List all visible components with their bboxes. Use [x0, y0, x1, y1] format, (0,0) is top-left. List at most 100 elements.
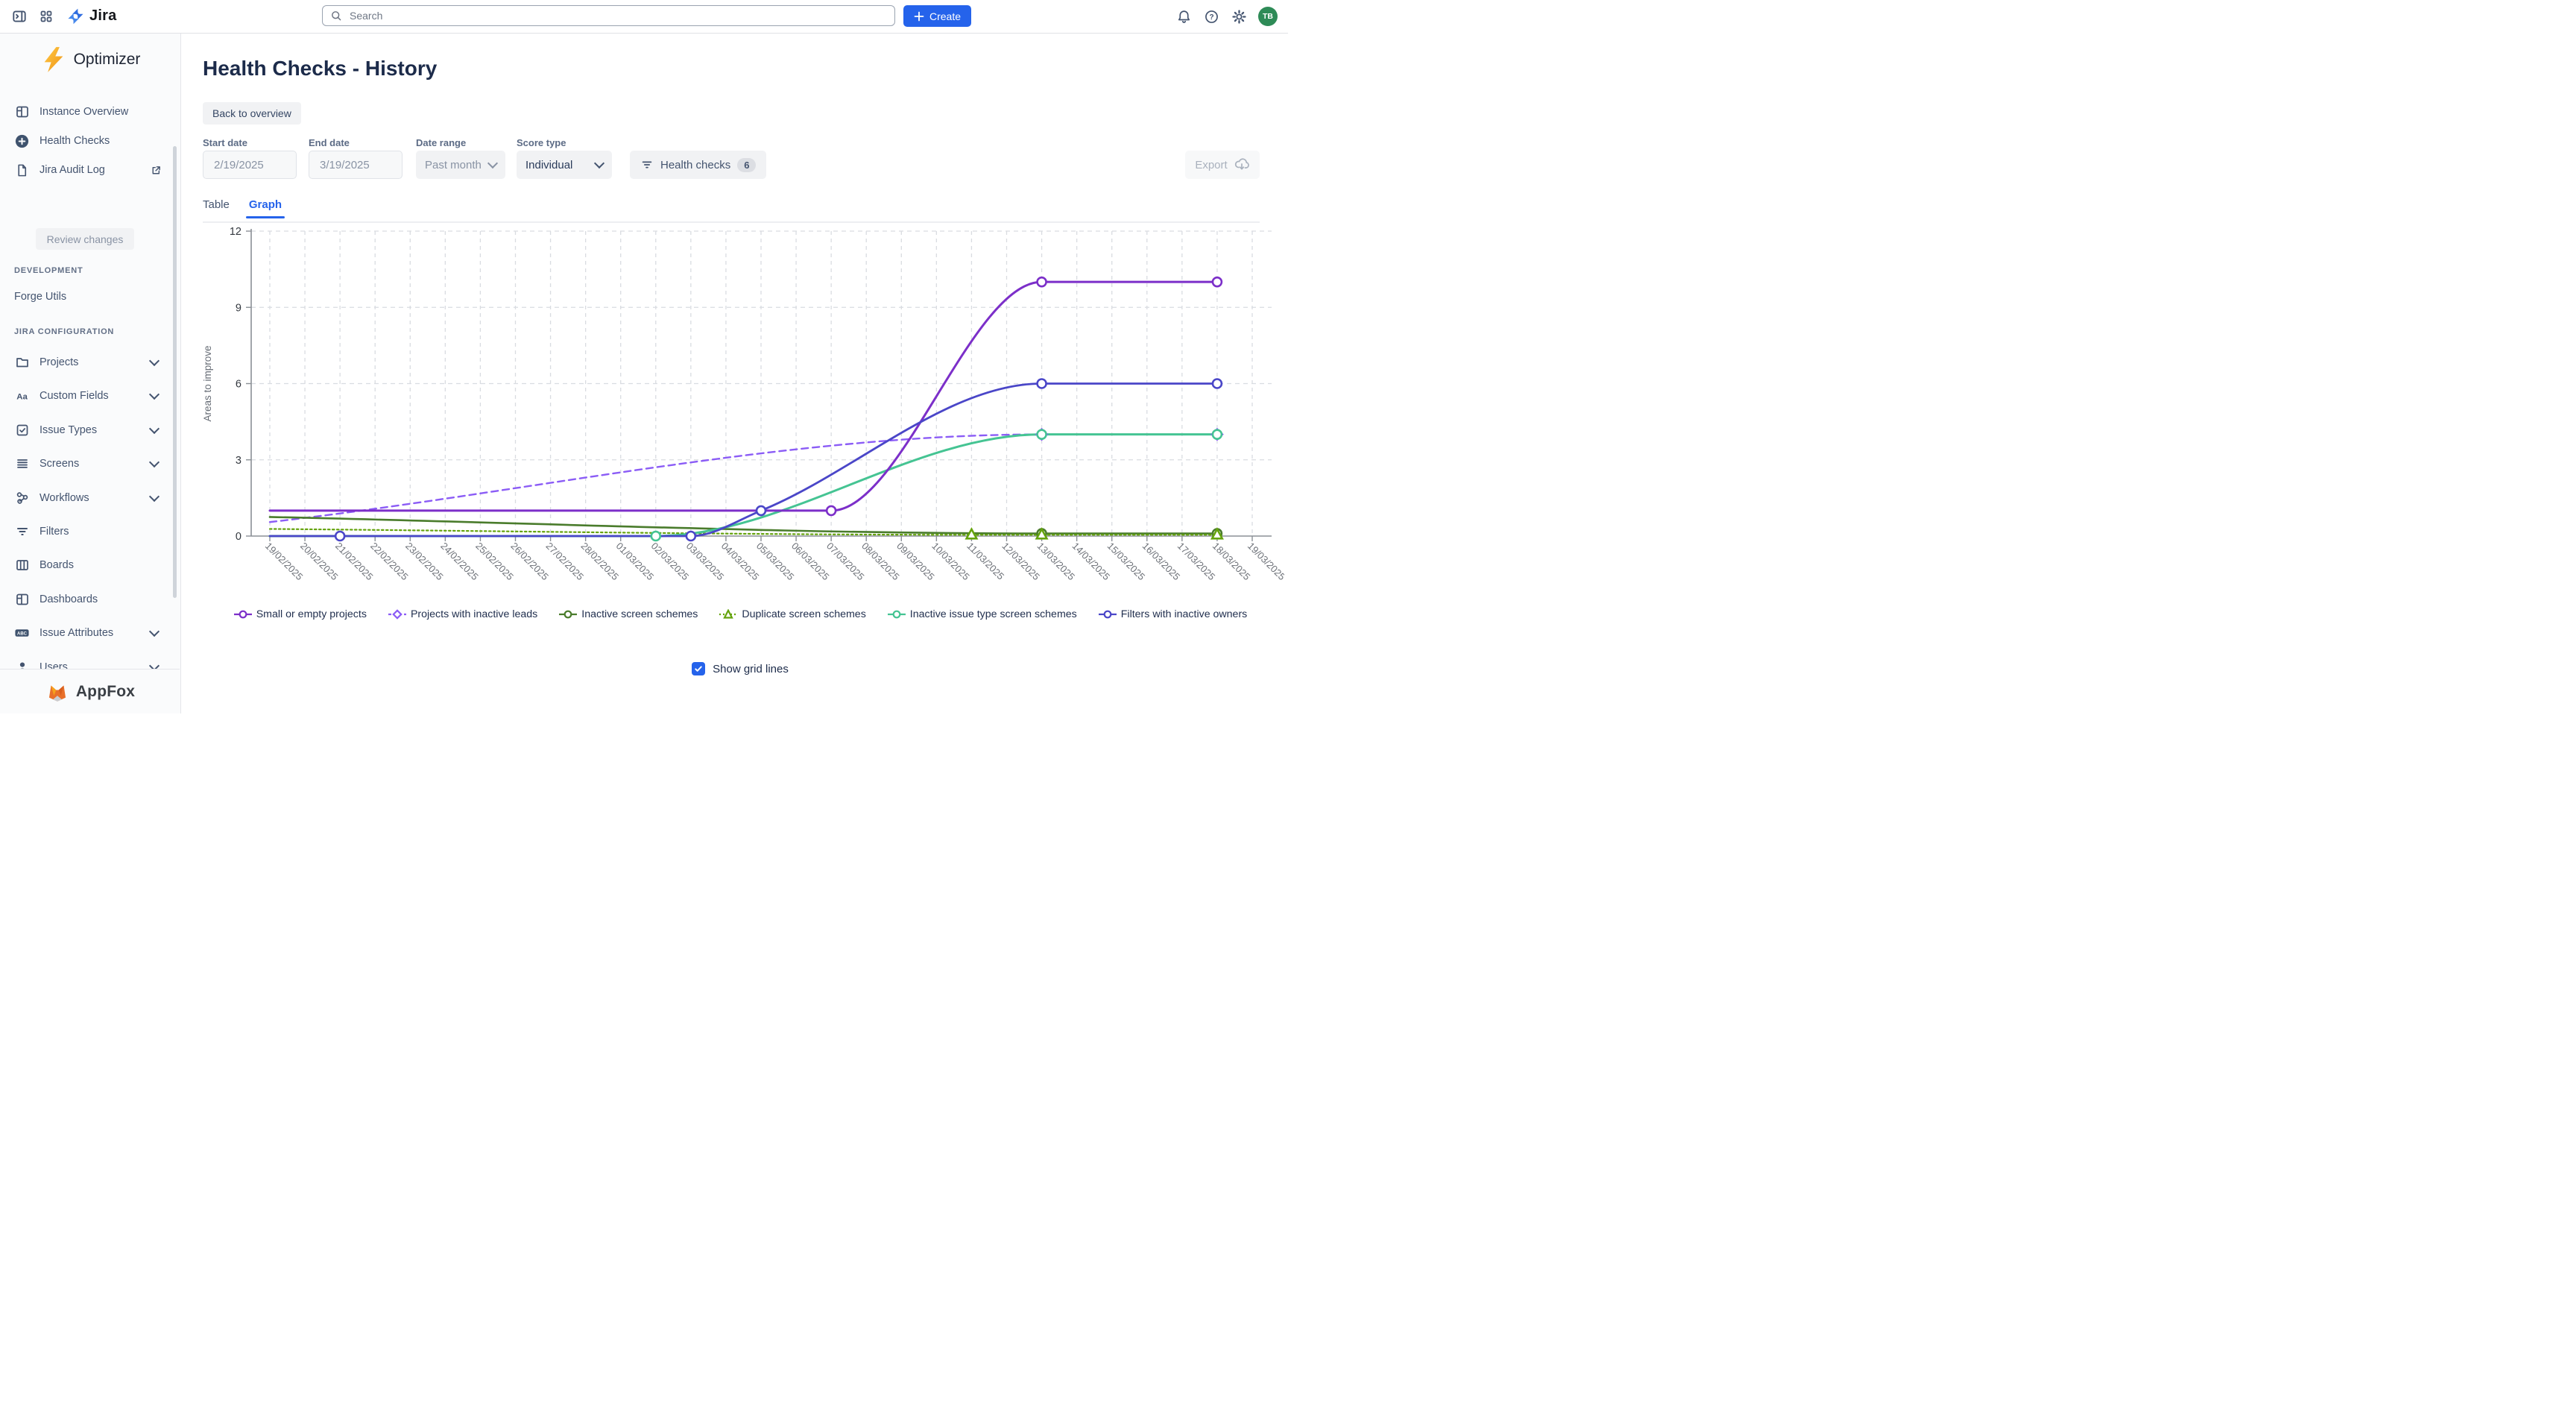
columns-icon	[14, 558, 30, 573]
sidebar-item-filters[interactable]: Filters	[0, 518, 180, 545]
help-icon[interactable]: ?	[1202, 7, 1220, 25]
chart-canvas: 03691219/02/202520/02/202521/02/202522/0…	[196, 223, 1284, 603]
tab-graph[interactable]: Graph	[249, 198, 282, 218]
sidebar-item-health-checks[interactable]: Health Checks	[0, 127, 180, 154]
end-date-input[interactable]	[318, 158, 393, 172]
back-to-overview-button[interactable]: Back to overview	[203, 102, 301, 125]
legend-item-1[interactable]: Projects with inactive leads	[388, 608, 537, 620]
chevron-down-icon	[149, 626, 160, 637]
jira-logo-icon	[66, 6, 85, 25]
legend-item-5[interactable]: Filters with inactive owners	[1098, 608, 1248, 620]
file-icon	[14, 163, 30, 178]
legend-item-3[interactable]: Duplicate screen schemes	[719, 608, 865, 620]
history-line-chart: 03691219/02/202520/02/202521/02/202522/0…	[196, 223, 1284, 603]
search-icon	[330, 10, 342, 22]
svg-text:?: ?	[1209, 13, 1213, 22]
app-switcher-icon[interactable]	[37, 7, 55, 25]
sidebar-scrollbar[interactable]	[173, 146, 177, 598]
top-navigation-bar: Jira Create ? TB	[0, 0, 1288, 34]
chevron-down-icon	[149, 457, 160, 467]
chevron-down-icon	[149, 491, 160, 502]
external-link-icon[interactable]	[150, 164, 162, 177]
legend-marker-icon	[388, 609, 407, 620]
date-range-select[interactable]: Past month	[416, 151, 505, 179]
svg-text:12: 12	[230, 226, 242, 238]
end-date-field[interactable]	[309, 151, 402, 179]
tab-table[interactable]: Table	[203, 198, 230, 218]
panel-icon	[14, 104, 30, 120]
filter-icon	[640, 158, 654, 171]
chevron-down-icon	[487, 158, 498, 168]
legend-marker-icon	[233, 609, 253, 620]
check-square-icon	[14, 422, 30, 438]
create-button[interactable]: Create	[903, 5, 971, 27]
legend-marker-icon	[887, 609, 906, 620]
start-date-field[interactable]	[203, 151, 297, 179]
sidebar-item-issue-attributes[interactable]: ABCIssue Attributes	[0, 620, 180, 646]
jira-logo[interactable]: Jira	[66, 6, 116, 25]
legend-item-0[interactable]: Small or empty projects	[233, 608, 367, 620]
appfox-footer: AppFox	[0, 669, 180, 714]
filter-icon	[14, 524, 30, 540]
sidebar-item-forge-utils[interactable]: Forge Utils	[14, 291, 66, 303]
legend-item-2[interactable]: Inactive screen schemes	[558, 608, 698, 620]
svg-text:6: 6	[236, 379, 242, 391]
review-changes-button[interactable]: Review changes	[36, 228, 134, 250]
sidebar-item-dashboards[interactable]: Dashboards	[0, 586, 180, 613]
section-header-jira-configuration: JIRA CONFIGURATION	[14, 327, 114, 336]
appfox-brand-text: AppFox	[76, 683, 135, 701]
date-range-label: Date range	[416, 137, 466, 148]
notifications-bell-icon[interactable]	[1175, 7, 1193, 25]
sidebar-item-issue-types[interactable]: Issue Types	[0, 417, 180, 444]
series-line-0	[270, 282, 1217, 511]
app-name: Optimizer	[74, 51, 141, 69]
panel-icon	[14, 591, 30, 607]
export-button[interactable]: Export	[1185, 151, 1260, 179]
collapse-sidebar-icon[interactable]	[10, 7, 28, 25]
search-input[interactable]	[348, 9, 887, 22]
check-icon	[694, 664, 703, 673]
global-search[interactable]	[322, 5, 895, 26]
sidebar-item-workflows[interactable]: Workflows	[0, 485, 180, 511]
chevron-down-icon	[149, 356, 160, 366]
lightning-bolt-icon	[40, 46, 67, 73]
svg-text:Areas to improve: Areas to improve	[202, 345, 213, 421]
jira-logo-text: Jira	[89, 7, 116, 25]
show-grid-lines-checkbox[interactable]	[692, 662, 705, 675]
svg-text:ABC: ABC	[17, 632, 28, 637]
cloud-download-icon	[1234, 157, 1250, 173]
score-type-select[interactable]: Individual	[517, 151, 612, 179]
plus-circle-icon	[14, 133, 30, 149]
sidebar-item-instance-overview[interactable]: Instance Overview	[0, 98, 180, 125]
sidebar-item-projects[interactable]: Projects	[0, 349, 180, 376]
settings-gear-icon[interactable]	[1230, 7, 1248, 25]
view-tabs: Table Graph	[203, 198, 282, 218]
appfox-fox-icon	[45, 681, 70, 702]
end-date-label: End date	[309, 137, 350, 148]
start-date-input[interactable]	[212, 158, 287, 172]
sidebar-item-jira-audit-log[interactable]: Jira Audit Log	[0, 157, 180, 183]
score-type-label: Score type	[517, 137, 566, 148]
page-title: Health Checks - History	[203, 57, 437, 81]
sidebar-item-screens[interactable]: Screens	[0, 450, 180, 477]
legend-marker-icon	[558, 609, 578, 620]
sidebar: Optimizer Instance OverviewHealth Checks…	[0, 33, 181, 714]
health-checks-filter-chip[interactable]: Health checks 6	[630, 151, 766, 179]
show-grid-lines-label: Show grid lines	[713, 663, 789, 675]
svg-text:Aa: Aa	[16, 393, 28, 402]
legend-item-4[interactable]: Inactive issue type screen schemes	[887, 608, 1077, 620]
main-content: Health Checks - History Back to overview…	[181, 33, 1288, 714]
sidebar-item-custom-fields[interactable]: AaCustom Fields	[0, 382, 180, 409]
legend-marker-icon	[1098, 609, 1117, 620]
app-window: Jira Create ? TB Optimizer Insta	[0, 0, 1288, 714]
svg-text:3: 3	[236, 455, 242, 467]
legend-marker-icon	[719, 609, 738, 620]
user-avatar[interactable]: TB	[1258, 7, 1278, 26]
show-grid-lines-row: Show grid lines	[196, 662, 1284, 675]
aa-icon: Aa	[14, 388, 30, 404]
svg-text:9: 9	[236, 302, 242, 314]
chevron-down-icon	[149, 389, 160, 400]
svg-text:11/03/2025: 11/03/2025	[965, 541, 1006, 582]
sidebar-item-boards[interactable]: Boards	[0, 552, 180, 579]
chevron-down-icon	[594, 158, 604, 168]
